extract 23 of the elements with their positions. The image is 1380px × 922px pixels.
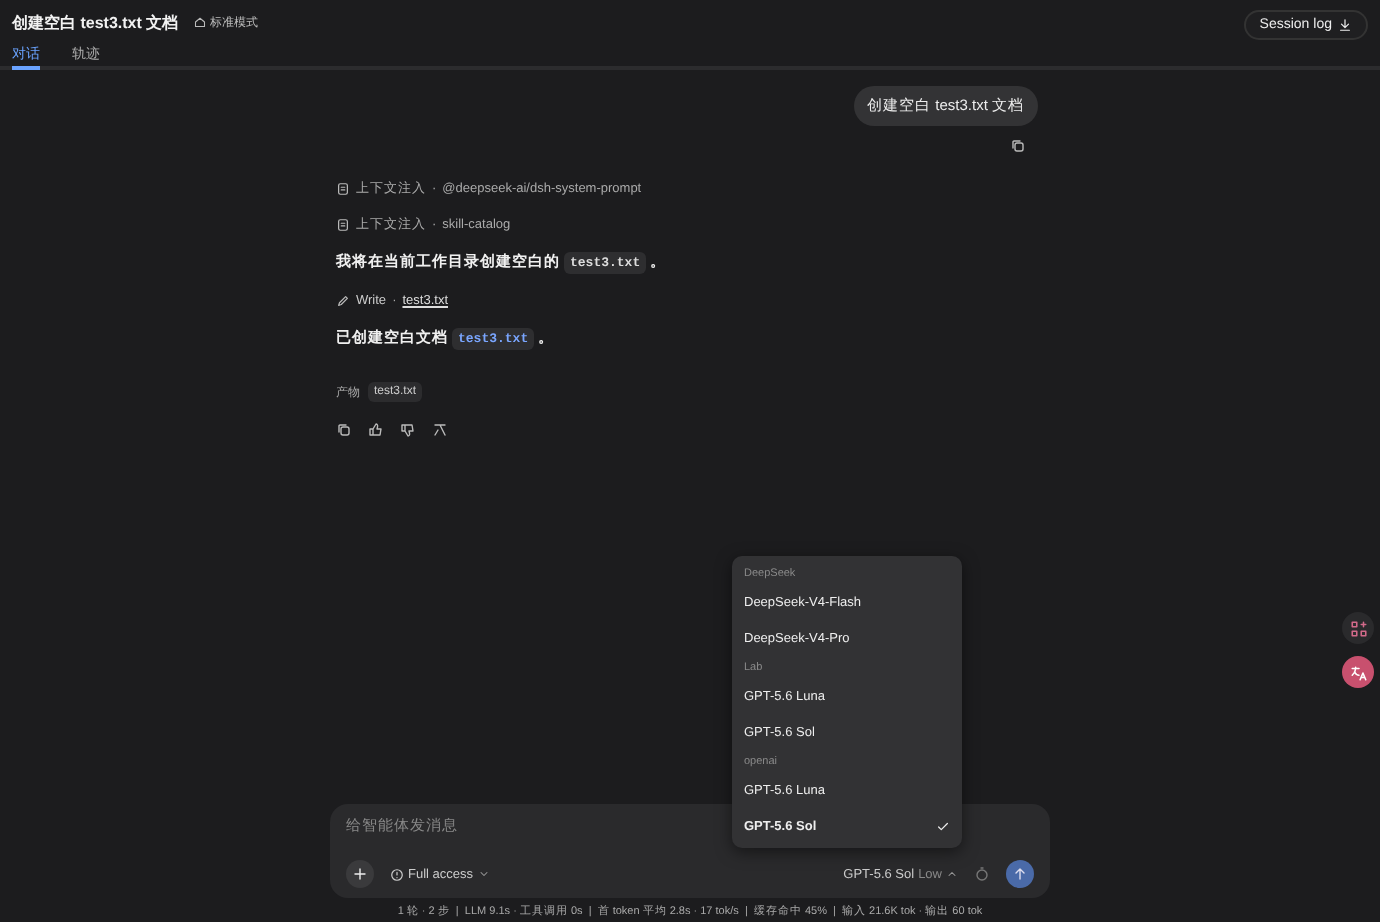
home-icon <box>194 16 207 28</box>
document-icon <box>336 181 350 195</box>
apps-button[interactable] <box>1342 612 1374 644</box>
grid-plus-icon <box>1349 619 1367 637</box>
copy-icon <box>1010 138 1026 154</box>
translate-button[interactable] <box>1342 656 1374 688</box>
conversation-title: 创建空白 test3.txt 文档 <box>12 11 179 33</box>
check-icon <box>936 819 950 834</box>
send-button[interactable] <box>1006 860 1034 888</box>
timer-icon <box>974 866 990 882</box>
chevron-up-icon <box>946 868 958 880</box>
document-icon <box>336 217 350 231</box>
chevron-down-icon <box>477 868 490 880</box>
plus-icon <box>352 866 368 882</box>
translate-icon <box>1349 663 1367 681</box>
pencil-icon <box>336 293 350 307</box>
arrow-up-icon <box>1012 866 1028 882</box>
thumbs-up-icon <box>368 422 384 438</box>
add-button[interactable] <box>346 860 374 888</box>
alert-circle-icon <box>390 867 404 881</box>
download-icon <box>1338 18 1352 32</box>
thumbs-down-icon <box>400 422 416 438</box>
copy-icon <box>336 422 352 438</box>
